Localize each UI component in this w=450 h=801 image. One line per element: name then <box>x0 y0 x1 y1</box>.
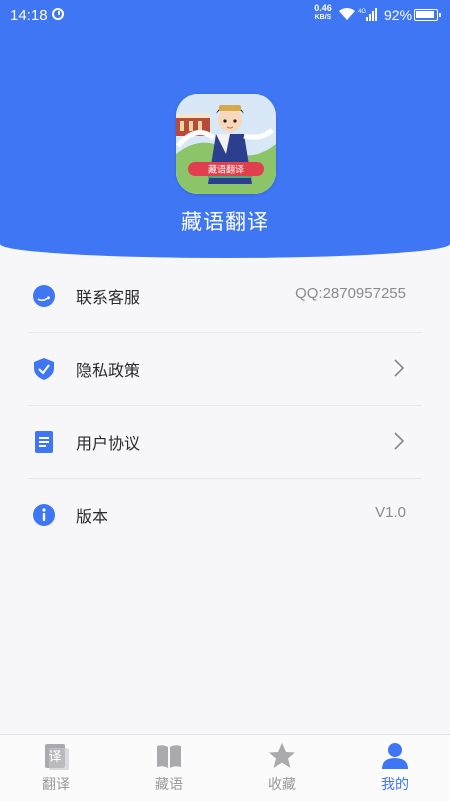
menu-label: 版本 <box>76 507 109 526</box>
headset-icon <box>33 285 55 307</box>
tab-label: 翻译 <box>42 777 70 793</box>
star-icon <box>269 743 295 768</box>
profile-header: 14:18 0.46 KB/S 4G 92% 藏语翻译 藏语翻译 <box>0 0 450 258</box>
tab-favorites[interactable]: 收藏 <box>226 735 338 801</box>
alarm-icon <box>52 8 64 20</box>
settings-menu: 联系客服 QQ:2870957255 隐私政策 用户协议 版本 V1.0 <box>0 260 450 551</box>
signal-icon: 4G <box>358 8 377 21</box>
user-icon <box>382 743 408 769</box>
bottom-tab-bar: 译 翻译 藏语 收藏 我的 <box>0 734 450 801</box>
battery-percent: 92% <box>384 7 413 23</box>
app-logo: 藏语翻译 <box>176 94 276 194</box>
chevron-right-icon <box>394 359 404 377</box>
network-type: 4G <box>358 9 366 15</box>
menu-item-privacy-policy[interactable]: 隐私政策 <box>28 333 422 406</box>
status-bar: 14:18 0.46 KB/S 4G 92% <box>0 0 450 32</box>
chevron-right-icon <box>394 432 404 450</box>
menu-item-version[interactable]: 版本 V1.0 <box>28 479 422 551</box>
menu-value: V1.0 <box>375 504 406 521</box>
menu-item-user-agreement[interactable]: 用户协议 <box>28 406 422 479</box>
network-speed: 0.46 KB/S <box>310 4 336 22</box>
menu-label: 用户协议 <box>76 434 141 453</box>
network-speed-unit: KB/S <box>314 14 332 21</box>
menu-label: 隐私政策 <box>76 361 141 380</box>
tab-tibetan[interactable]: 藏语 <box>113 735 225 801</box>
tab-label: 藏语 <box>155 777 183 793</box>
battery-icon <box>414 9 441 21</box>
book-icon <box>157 745 181 768</box>
shield-check-icon <box>34 358 54 380</box>
svg-text:译: 译 <box>48 750 61 765</box>
menu-value: QQ:2870957255 <box>295 285 406 302</box>
wifi-icon <box>339 7 355 20</box>
tab-label: 收藏 <box>268 777 296 793</box>
logo-badge-text: 藏语翻译 <box>208 164 244 176</box>
tab-mine[interactable]: 我的 <box>339 735 450 801</box>
status-time: 14:18 <box>10 7 48 24</box>
app-name: 藏语翻译 <box>181 210 269 234</box>
network-speed-value: 0.46 <box>314 3 332 13</box>
tab-label: 我的 <box>381 777 409 793</box>
menu-label: 联系客服 <box>76 288 141 307</box>
app-logo-illustration: 藏语翻译 <box>176 94 276 194</box>
info-icon <box>33 504 55 526</box>
tab-translate[interactable]: 译 翻译 <box>0 735 112 801</box>
translate-icon: 译 <box>45 744 69 770</box>
document-icon <box>35 431 53 453</box>
menu-item-customer-service[interactable]: 联系客服 QQ:2870957255 <box>28 260 422 333</box>
